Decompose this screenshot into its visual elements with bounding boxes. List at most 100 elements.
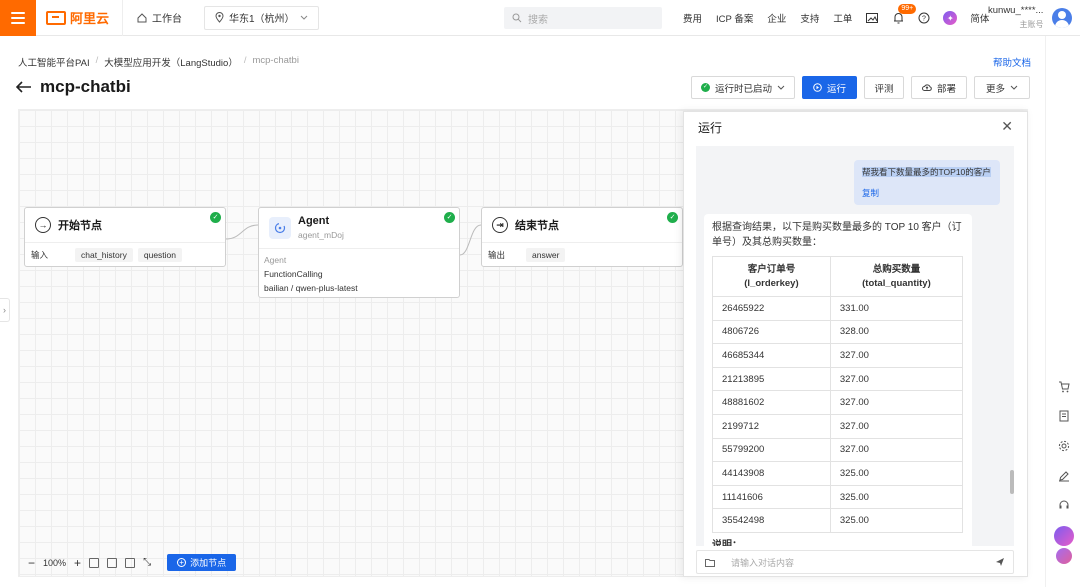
avatar[interactable]: [1052, 8, 1072, 28]
arrow-right-circle-icon: →: [35, 217, 51, 233]
user-name: kunwu_****...: [988, 5, 1044, 16]
minimap-icon[interactable]: [89, 557, 100, 568]
folder-icon[interactable]: [705, 558, 715, 567]
header-actions: ✓ 运行时已启动 运行 评测 部署 更多: [691, 76, 1030, 99]
start-node[interactable]: → 开始节点 ✓ 输入 chat_history question: [24, 207, 226, 267]
breadcrumb-item-pai[interactable]: 人工智能平台PAI: [18, 55, 90, 69]
evaluate-button[interactable]: 评测: [864, 76, 904, 99]
menu-button[interactable]: [0, 0, 36, 36]
region-select[interactable]: 华东1（杭州）: [204, 5, 319, 30]
edit-icon[interactable]: [1058, 470, 1070, 482]
page-header: mcp-chatbi: [16, 77, 131, 97]
logo[interactable]: 阿里云: [46, 8, 122, 27]
more-dropdown[interactable]: 更多: [974, 76, 1030, 99]
workbench-label: 工作台: [152, 14, 182, 25]
node-title: 开始节点: [58, 220, 102, 232]
gear-icon[interactable]: [1058, 440, 1070, 452]
nav-icp[interactable]: ICP 备案: [709, 11, 760, 25]
chat-input[interactable]: 请输入对话内容: [696, 550, 1014, 574]
chat-history[interactable]: 帮我看下数量最多的TOP10的客户 复制 根据查询结果，以下是购买数量最多的 T…: [696, 146, 1014, 546]
order-key-cell: 46685344: [712, 343, 831, 368]
close-icon[interactable]: ✕: [1001, 118, 1013, 135]
user-menu[interactable]: kunwu_****... 主账号: [988, 5, 1043, 30]
headset-icon[interactable]: [1058, 499, 1070, 511]
chat-scrollbar[interactable]: [1010, 470, 1014, 494]
cloud-upload-icon: [922, 84, 932, 91]
ai-assistant-icon[interactable]: ✦: [940, 8, 960, 28]
fit-view-icon[interactable]: [107, 557, 118, 568]
breadcrumb-item-langstudio[interactable]: 大模型应用开发（LangStudio）: [104, 55, 238, 69]
order-key-cell: 48881602: [712, 390, 831, 415]
runtime-status-label: 运行时已启动: [714, 83, 772, 95]
user-role: 主账号: [1019, 20, 1044, 29]
chevron-down-icon: [1010, 85, 1018, 90]
location-icon: [215, 12, 224, 23]
assistant-message: 根据查询结果，以下是购买数量最多的 TOP 10 客户（订单号）及其总购买数量：…: [704, 214, 972, 546]
expand-icon[interactable]: ⤡: [143, 557, 151, 568]
help-icon[interactable]: ?: [914, 8, 934, 28]
nav-enterprise[interactable]: 企业: [760, 11, 793, 25]
layout-icon[interactable]: [125, 557, 136, 568]
zoom-out-button[interactable]: −: [28, 556, 35, 570]
document-icon[interactable]: [1058, 410, 1070, 422]
deploy-button[interactable]: 部署: [911, 76, 967, 99]
logo-icon: [46, 10, 66, 25]
zoom-in-button[interactable]: +: [74, 556, 81, 570]
input-tag: chat_history: [75, 248, 133, 262]
plus-circle-icon: +: [177, 558, 187, 567]
right-rail: [1045, 36, 1080, 587]
table-row: 11141606 325.00: [712, 484, 964, 510]
help-docs-link[interactable]: 帮助文档: [993, 55, 1031, 69]
quantity-cell: 327.00: [829, 437, 964, 463]
node-subtitle: agent_mDoj: [298, 230, 344, 240]
home-icon: [137, 12, 147, 22]
send-icon[interactable]: [995, 557, 1005, 567]
order-key-cell: 26465922: [712, 296, 831, 321]
svg-text:?: ?: [922, 16, 926, 23]
nav-billing[interactable]: 费用: [676, 11, 709, 25]
order-key-cell: 35542498: [712, 508, 831, 533]
table-row: 55799200 327.00: [712, 437, 964, 463]
brain-icon[interactable]: [1056, 548, 1072, 564]
result-table: 客户订单号 (l_orderkey) 总购买数量 (total_quantity…: [712, 256, 964, 533]
table-row: 4806726 328.00: [712, 319, 964, 345]
image-icon[interactable]: [862, 8, 882, 28]
nav-support[interactable]: 支持: [793, 11, 826, 25]
workbench-button[interactable]: 工作台: [123, 6, 196, 30]
copy-button[interactable]: 复制: [862, 187, 992, 199]
end-node[interactable]: ⇥ 结束节点 ✓ 输出 answer: [481, 207, 683, 267]
nav-ticket[interactable]: 工单: [826, 11, 859, 25]
success-check-icon: ✓: [667, 212, 678, 223]
search-icon: [512, 13, 522, 23]
run-button[interactable]: 运行: [802, 76, 857, 99]
quantity-cell: 325.00: [829, 484, 964, 510]
chat-input-placeholder: 请输入对话内容: [731, 557, 795, 568]
node-row-label: 输入: [31, 250, 49, 260]
table-row: 26465922 331.00: [712, 296, 964, 321]
agent-icon: [269, 217, 291, 239]
table-row: 21213895 327.00: [712, 366, 964, 392]
sidebar-expand-toggle[interactable]: ›: [0, 298, 10, 322]
quantity-cell: 327.00: [829, 390, 964, 415]
quantity-cell: 331.00: [829, 296, 964, 321]
quantity-cell: 325.00: [829, 508, 964, 533]
top-nav: 费用 ICP 备案 企业 支持 工单 99+ ? ✦ 简体: [676, 0, 996, 36]
success-check-icon: ✓: [444, 212, 455, 223]
chevron-right-icon: ›: [3, 305, 6, 315]
canvas-toolbar: − 100% + ⤡ + 添加节点: [28, 554, 237, 571]
table-row: 2199712 327.00: [712, 413, 964, 439]
run-panel: 运行 ✕ 帮我看下数量最多的TOP10的客户 复制 根据查询结果，以下是购买数量…: [683, 111, 1028, 577]
back-arrow-icon[interactable]: [16, 81, 32, 93]
ai-assistant-icon[interactable]: [1054, 526, 1074, 546]
agent-node[interactable]: Agent agent_mDoj ✓ Agent FunctionCalling…: [258, 207, 460, 298]
play-circle-icon: [813, 83, 822, 92]
runtime-status-dropdown[interactable]: ✓ 运行时已启动: [691, 76, 795, 99]
search-input[interactable]: 搜索: [504, 7, 662, 29]
order-key-cell: 55799200: [712, 437, 831, 463]
user-message-text: 帮我看下数量最多的TOP10的客户: [862, 167, 991, 177]
add-node-button[interactable]: + 添加节点: [167, 554, 237, 571]
breadcrumb-item-current: mcp-chatbi: [252, 55, 299, 66]
quantity-cell: 328.00: [829, 319, 964, 345]
cart-icon[interactable]: [1058, 381, 1070, 393]
bell-icon[interactable]: 99+: [888, 4, 917, 28]
